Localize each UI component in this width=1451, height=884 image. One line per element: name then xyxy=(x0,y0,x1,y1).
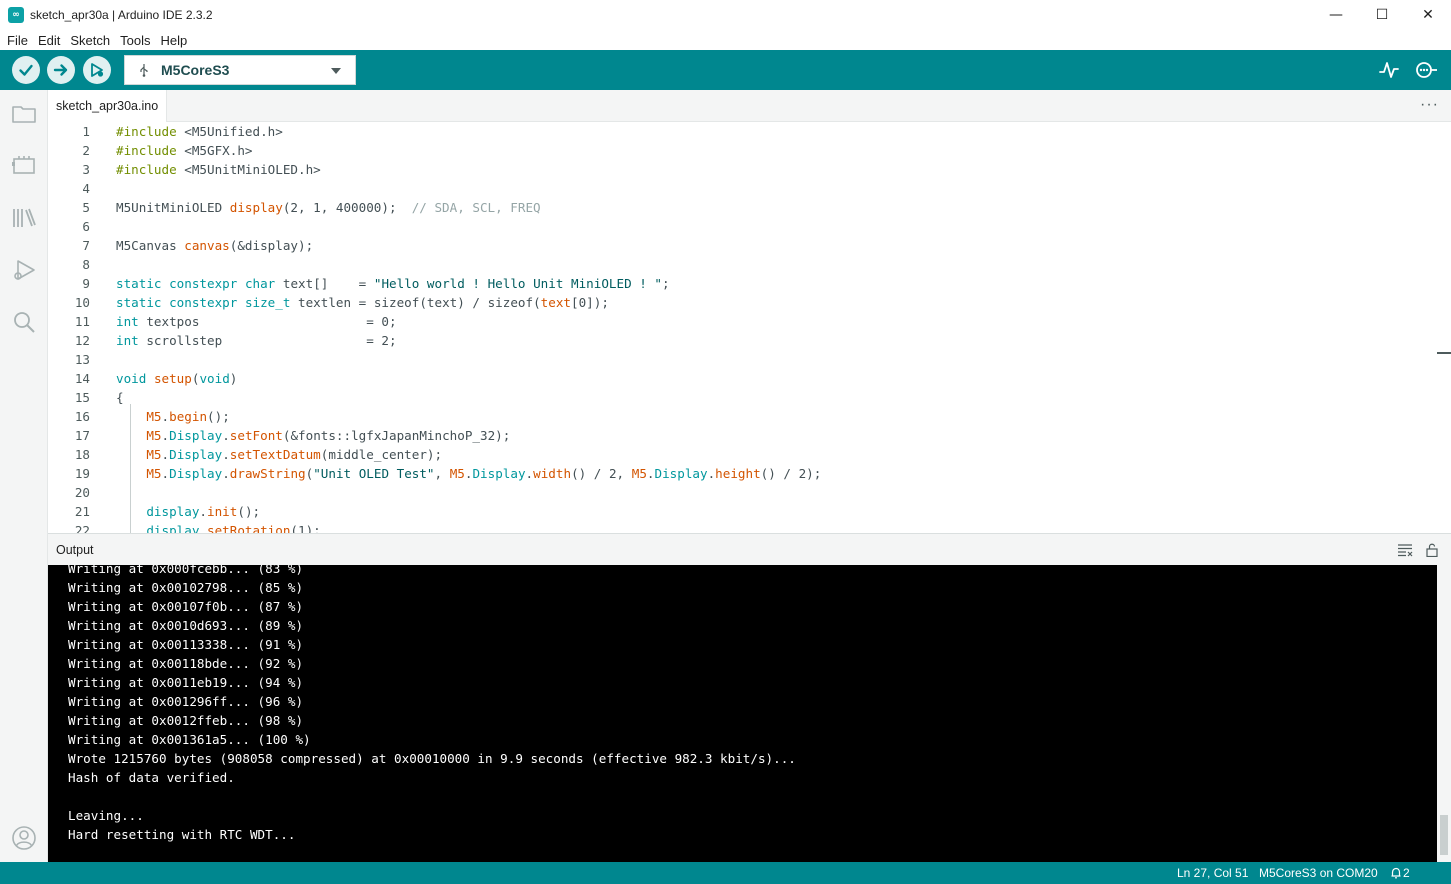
code-line: 15{ xyxy=(74,390,124,405)
menu-tools[interactable]: Tools xyxy=(115,33,155,48)
console-line: Wrote 1215760 bytes (908058 compressed) … xyxy=(68,751,796,766)
code-line: 21 display.init(); xyxy=(74,504,261,519)
search-icon xyxy=(14,312,35,333)
console-line: Hard resetting with RTC WDT... xyxy=(68,827,296,842)
notification-count[interactable]: 2 xyxy=(1403,866,1410,880)
activity-sidebar xyxy=(0,90,48,862)
board-selector[interactable]: M5CoreS3 xyxy=(124,55,356,85)
account-button[interactable] xyxy=(10,824,38,852)
code-line: 18 M5.Display.setTextDatum(middle_center… xyxy=(74,447,443,462)
code-line: 7 M5Canvas canvas(&display); xyxy=(82,238,314,253)
tab-sketch[interactable]: sketch_apr30a.ino xyxy=(48,90,168,122)
cursor-position[interactable]: Ln 27, Col 51 xyxy=(1177,866,1248,880)
board-icon xyxy=(12,156,35,174)
console-line: Writing at 0x00118bde... (92 %) xyxy=(68,656,304,671)
menu-sketch[interactable]: Sketch xyxy=(65,33,115,48)
arrow-right-icon xyxy=(53,64,68,76)
console-scrollbar-thumb[interactable] xyxy=(1440,815,1448,855)
menu-file[interactable]: File xyxy=(2,33,33,48)
window-title: sketch_apr30a | Arduino IDE 2.3.2 xyxy=(30,8,213,22)
code-line: 13 xyxy=(74,352,90,367)
debug-icon xyxy=(91,63,104,77)
sketchbook-button[interactable] xyxy=(10,100,38,128)
code-line: 14 void setup(void) xyxy=(74,371,238,386)
debug-icon xyxy=(14,260,35,280)
code-line: 1 #include <M5Unified.h> xyxy=(82,124,283,139)
chevron-down-icon xyxy=(331,68,341,74)
editor-scrollbar[interactable] xyxy=(1437,352,1451,354)
board-port-status[interactable]: M5CoreS3 on COM20 xyxy=(1259,866,1378,880)
title-bar: ∞ sketch_apr30a | Arduino IDE 2.3.2 — ☐ … xyxy=(0,0,1451,30)
code-line: 16 M5.begin(); xyxy=(74,409,230,424)
console-line: Writing at 0x001296ff... (96 %) xyxy=(68,694,304,709)
code-line: 19 M5.Display.drawString("Unit OLED Test… xyxy=(74,466,822,481)
library-manager-button[interactable] xyxy=(10,204,38,232)
console-line: Writing at 0x001361a5... (100 %) xyxy=(68,732,311,747)
usb-icon xyxy=(140,64,148,77)
code-line: 6 xyxy=(82,219,90,234)
check-icon xyxy=(19,64,33,76)
console-line: Writing at 0x0011eb19... (94 %) xyxy=(68,675,304,690)
library-icon xyxy=(13,208,36,227)
code-line: 11 int textpos = 0; xyxy=(74,314,397,329)
code-line: 2 #include <M5GFX.h> xyxy=(82,143,253,158)
code-line: 22 display.setRotation(1); xyxy=(74,523,321,533)
debug-button[interactable] xyxy=(83,56,111,84)
menu-help[interactable]: Help xyxy=(155,33,192,48)
upload-button[interactable] xyxy=(47,56,75,84)
board-name: M5CoreS3 xyxy=(161,62,230,78)
close-button[interactable]: ✕ xyxy=(1405,0,1451,30)
console-line: Leaving... xyxy=(68,808,144,823)
menu-edit[interactable]: Edit xyxy=(33,33,65,48)
console-line: Writing at 0x0010d693... (89 %) xyxy=(68,618,304,633)
console-line: Writing at 0x0012ffeb... (98 %) xyxy=(68,713,304,728)
serial-monitor-icon[interactable] xyxy=(1413,60,1439,80)
clear-output-icon[interactable] xyxy=(1397,543,1413,557)
bell-icon[interactable] xyxy=(1390,867,1402,879)
console-line: Hash of data verified. xyxy=(68,770,235,785)
code-line: 4 xyxy=(82,181,90,196)
console-line: Writing at 0x00102798... (85 %) xyxy=(68,580,304,595)
indent-guide xyxy=(130,404,131,533)
code-line: 3 #include <M5UnitMiniOLED.h> xyxy=(82,162,321,177)
arduino-logo-icon: ∞ xyxy=(8,7,24,23)
code-line: 8 xyxy=(82,257,90,272)
output-panel-header: Output xyxy=(48,533,1451,565)
code-line: 10 static constexpr size_t textlen = size… xyxy=(74,295,609,310)
code-line: 5 M5UnitMiniOLED display(2, 1, 400000); /… xyxy=(82,200,541,215)
folder-icon xyxy=(12,106,36,123)
code-line: 12 int scrollstep = 2; xyxy=(74,333,397,348)
code-line: 20 xyxy=(74,485,90,500)
boards-manager-button[interactable] xyxy=(10,152,38,180)
code-line: 17 M5.Display.setFont(&fonts::lgfxJapanM… xyxy=(74,428,511,443)
code-editor[interactable]: 1 #include <M5Unified.h> 2 #include <M5GFX… xyxy=(48,122,1451,533)
search-button[interactable] xyxy=(10,308,38,336)
serial-plotter-icon[interactable] xyxy=(1378,60,1400,80)
editor-tab-bar: sketch_apr30a.ino ··· xyxy=(48,90,1451,122)
output-title: Output xyxy=(56,542,94,557)
minimize-button[interactable]: — xyxy=(1313,0,1359,30)
menu-bar: File Edit Sketch Tools Help xyxy=(0,30,1451,50)
status-bar: Ln 27, Col 51 M5CoreS3 on COM20 2 xyxy=(0,862,1451,884)
maximize-button[interactable]: ☐ xyxy=(1359,0,1405,30)
verify-button[interactable] xyxy=(12,56,40,84)
more-actions-button[interactable]: ··· xyxy=(1420,96,1439,114)
console-line: Writing at 0x00107f0b... (87 %) xyxy=(68,599,304,614)
user-icon xyxy=(12,826,36,850)
toolbar: M5CoreS3 xyxy=(0,50,1451,90)
console-scrollbar[interactable] xyxy=(1437,565,1451,862)
code-line: 9 static constexpr char text[] = "Hello w… xyxy=(82,276,670,291)
output-console[interactable]: Writing at 0x000fcebb... (83 %) Writing … xyxy=(48,565,1437,862)
debug-panel-button[interactable] xyxy=(10,256,38,284)
console-line: Writing at 0x000fcebb... (83 %) xyxy=(68,565,304,576)
window-controls: — ☐ ✕ xyxy=(1313,0,1451,30)
unlock-icon[interactable] xyxy=(1424,543,1440,557)
console-line: Writing at 0x00113338... (91 %) xyxy=(68,637,304,652)
